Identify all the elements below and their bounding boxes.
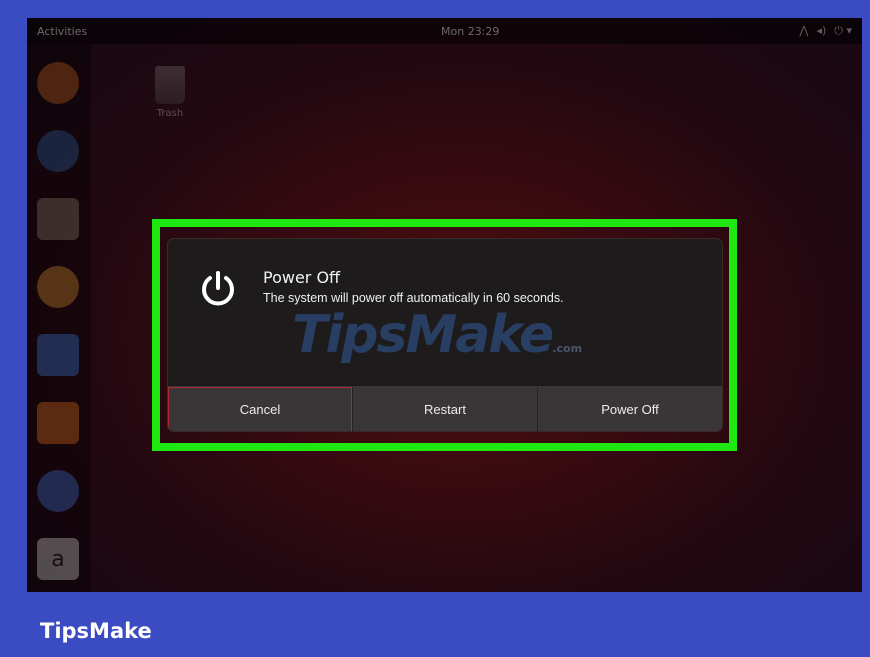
files-icon[interactable] [37,198,79,240]
help-icon[interactable] [37,470,79,512]
volume-icon: ◂) [816,24,827,37]
power-icon [202,271,234,306]
rhythmbox-icon[interactable] [37,266,79,308]
thunderbird-icon[interactable] [37,130,79,172]
cancel-button[interactable]: Cancel [168,387,353,431]
software-icon[interactable] [37,402,79,444]
dock: a [27,44,91,592]
power-off-button[interactable]: Power Off [538,387,722,431]
dialog-message: The system will power off automatically … [263,291,564,305]
trash-icon [155,66,185,104]
activities-button[interactable]: Activities [37,25,87,38]
amazon-icon[interactable]: a [37,538,79,580]
restart-button[interactable]: Restart [353,387,538,431]
trash-label: Trash [156,108,184,119]
watermark-text: TipsMake [292,305,554,365]
power-menu-icon: ⏻ ▾ [834,24,852,37]
watermark-suffix: .com [552,342,583,355]
power-off-dialog: Power Off The system will power off auto… [168,239,722,431]
watermark-logo: TipsMake.com [292,305,582,365]
clock[interactable]: Mon 23:29 [441,25,499,38]
dialog-title: Power Off [263,268,341,287]
dialog-button-row: Cancel Restart Power Off [168,386,722,431]
firefox-icon[interactable] [37,62,79,104]
network-icon: ⋀ [799,24,809,37]
top-bar: Activities Mon 23:29 ⋀ ◂) ⏻ ▾ [27,18,862,44]
writer-icon[interactable] [37,334,79,376]
trash-desktop-item[interactable]: Trash [140,66,200,119]
system-tray[interactable]: ⋀ ◂) ⏻ ▾ [799,24,852,38]
footer-brand: TipsMake [40,619,152,643]
